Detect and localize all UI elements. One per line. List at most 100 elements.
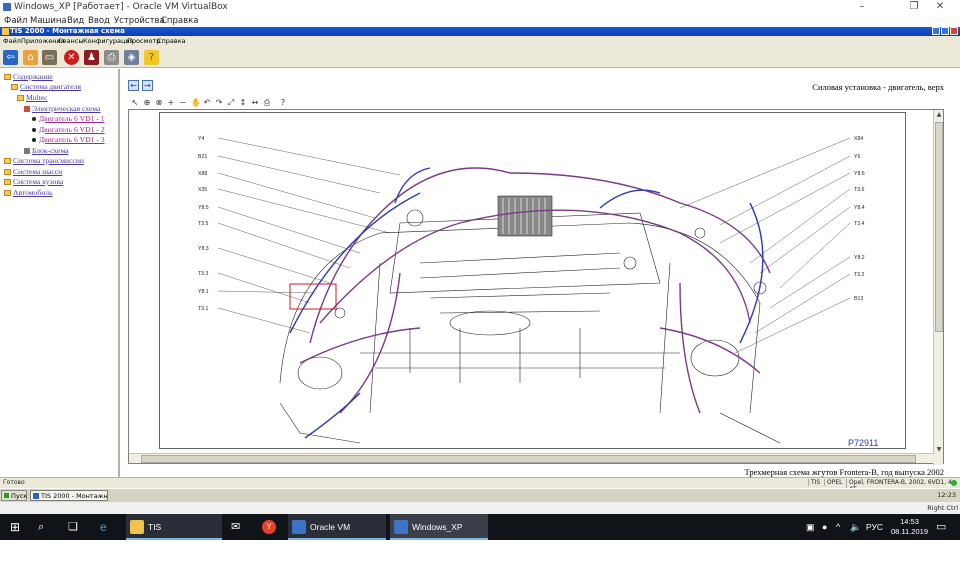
chevron-up-icon[interactable]: ^ (836, 514, 840, 540)
folder-icon (4, 74, 11, 81)
folder-icon (11, 84, 18, 91)
language-indicator[interactable]: РУС (866, 514, 883, 540)
stop-icon[interactable]: ✕ (64, 50, 79, 65)
tis-minimize-button[interactable] (932, 27, 940, 35)
tree-item-label: Автомобиль (13, 188, 53, 197)
navigation-tree: Содержание Система двигателя Multec Элек… (0, 69, 120, 477)
back-button[interactable]: ← (128, 80, 139, 91)
horizontal-scroll-thumb[interactable] (141, 455, 916, 463)
windows-start-icon[interactable]: ⊞ (10, 514, 20, 540)
pan-icon[interactable]: ✋ (190, 96, 201, 107)
menu-view[interactable]: Вид (67, 16, 84, 26)
diagram-canvas[interactable]: Y4 B21 X88 X35 Y8.5 T3.5 Y8.3 T3.3 Y8.1 T3.1 X84 Y… (159, 112, 906, 449)
scroll-down-arrow[interactable]: ▼ (934, 445, 944, 455)
tree-item-chassis[interactable]: Система шасси (4, 167, 62, 176)
tis-menu-file[interactable]: Файл (3, 37, 21, 45)
windows-taskbar: ⊞ ⌕ ❏ e TIS ✉ Y Oracle VM VirtualB... Wi… (0, 514, 960, 558)
close-button[interactable]: ✕ (920, 1, 960, 14)
fit-height-icon[interactable]: ↕ (238, 96, 248, 107)
taskbar-app-windows-xp[interactable]: Windows_XP [Работ... (390, 514, 488, 558)
help-icon[interactable]: ? (278, 96, 288, 107)
tree-item-label: Содержание (13, 72, 53, 81)
zoom-area-icon[interactable]: ⊗ (154, 96, 164, 107)
callout-label: Y8.3 (198, 246, 209, 252)
horizontal-scrollbar[interactable] (129, 453, 935, 463)
taskbar-clock[interactable]: 14:53 08.11.2019 (891, 517, 928, 537)
menu-machine[interactable]: Машина (30, 16, 67, 26)
callout-label: X35 (198, 187, 207, 193)
tis-menu-configuration[interactable]: Конфигурация (83, 37, 134, 45)
session-icon[interactable]: ◈ (124, 50, 139, 65)
tis-maximize-button[interactable] (941, 27, 949, 35)
undo-icon[interactable]: ↶ (202, 96, 212, 107)
callout-leader-lines (217, 137, 851, 354)
tis-menu-sessions[interactable]: Сеансы (58, 37, 83, 45)
help-icon[interactable]: ? (144, 50, 159, 65)
scroll-up-arrow[interactable]: ▲ (934, 110, 944, 120)
leader-line (217, 206, 361, 254)
tree-item-transmission[interactable]: Система трансмиссии (4, 156, 84, 165)
xp-taskbar-item-tis[interactable]: TIS 2000 - Монтажн... (30, 490, 108, 501)
virtualbox-window-title: Windows_XP [Работает] - Oracle VM Virtua… (14, 2, 228, 12)
tree-item-engine-system[interactable]: Система двигателя (11, 82, 81, 91)
figure-caption: Трехмерная схема жгутов Frontera-B, год … (744, 467, 944, 477)
callout-label: X84 (854, 136, 863, 142)
tis-menu-view[interactable]: Просмотр (127, 37, 160, 45)
virtualbox-menubar: Файл Машина Вид Ввод Устройства Справка (0, 15, 960, 27)
tis-titlebar: TIS 2000 - Монтажная схема (0, 27, 960, 36)
minimize-button[interactable]: – (842, 1, 882, 14)
task-view-icon[interactable]: ❏ (68, 514, 78, 540)
zoom-in-icon[interactable]: + (166, 96, 176, 107)
zoom-region-icon[interactable]: ⊕ (142, 96, 152, 107)
tree-item-engine-6vd1-2[interactable]: Двигатель 6 VD1 - 2 (32, 125, 105, 134)
zoom-out-icon[interactable]: − (178, 96, 188, 107)
leader-line (217, 155, 381, 194)
taskbar-app-virtualbox[interactable]: Oracle VM VirtualB... (288, 514, 386, 558)
tree-item-multec[interactable]: Multec (17, 93, 48, 102)
tree-item-engine-6vd1-1[interactable]: Двигатель 6 VD1 - 1 (32, 114, 105, 123)
tree-item-contents[interactable]: Содержание (4, 72, 53, 81)
diagram-viewer[interactable]: Y4 B21 X88 X35 Y8.5 T3.5 Y8.3 T3.3 Y8.1 T3.1 X84 Y… (128, 109, 944, 465)
tree-item-wiring-diagram[interactable]: Электрическая схема (24, 104, 100, 113)
printer-icon[interactable]: ⎙ (104, 50, 119, 65)
tree-item-engine-6vd1-3[interactable]: Двигатель 6 VD1 - 3 (32, 135, 105, 144)
forward-button[interactable]: → (142, 80, 153, 91)
fit-width-icon[interactable]: ↔ (250, 96, 260, 107)
vehicle-icon[interactable]: ▭ (42, 50, 57, 65)
mail-icon[interactable]: ✉ (231, 514, 240, 540)
pointer-icon[interactable]: ↖ (130, 96, 140, 107)
tree-item-block-diagram[interactable]: Блок-схема (24, 146, 68, 155)
notifications-icon[interactable]: ▭ (936, 514, 946, 540)
taskbar-app-tis[interactable]: TIS (126, 514, 222, 540)
leader-line (769, 256, 851, 309)
print-icon[interactable]: ⎙ (262, 96, 272, 107)
menu-input[interactable]: Ввод (88, 16, 110, 26)
vertical-scroll-thumb[interactable] (935, 122, 943, 332)
exit-icon[interactable]: ⇦ (3, 50, 18, 65)
tree-item-label: Multec (26, 93, 48, 102)
fit-page-icon[interactable]: ⤢ (226, 96, 236, 107)
tray-icon[interactable]: ▣ (806, 514, 815, 540)
bullet-icon (32, 117, 36, 122)
vertical-scrollbar[interactable]: ▲ ▼ (933, 110, 943, 465)
tis-close-button[interactable] (950, 27, 958, 35)
right-callout-labels: X84 Y6 Y8.6 T3.6 Y8.4 T3.4 Y8.2 T3.2 B13 (854, 136, 865, 302)
edge-icon[interactable]: e (100, 514, 107, 540)
tis-toolbar: ⇦ ⌂ ▭ ✕ ♟ ⎙ ◈ ? (0, 46, 960, 68)
home-icon[interactable]: ⌂ (23, 50, 38, 65)
redo-icon[interactable]: ↷ (214, 96, 224, 107)
menu-help[interactable]: Справка (161, 16, 198, 26)
search-icon[interactable]: ⌕ (38, 514, 44, 540)
person-icon[interactable]: ♟ (84, 50, 99, 65)
tree-item-label: Электрическая схема (32, 104, 101, 113)
menu-file[interactable]: Файл (4, 16, 27, 26)
tis-menu-help[interactable]: Справка (157, 37, 186, 45)
yandex-browser-icon[interactable]: Y (262, 520, 276, 534)
xp-start-button[interactable]: Пуск (1, 490, 27, 501)
tray-icon[interactable]: ● (822, 514, 827, 540)
tree-item-vehicle[interactable]: Автомобиль (4, 188, 53, 197)
host-key-label: Right Ctrl (927, 504, 958, 512)
volume-icon[interactable]: 🔈 (850, 514, 861, 540)
menu-devices[interactable]: Устройства (114, 16, 165, 26)
tree-item-body[interactable]: Система кузова (4, 177, 63, 186)
